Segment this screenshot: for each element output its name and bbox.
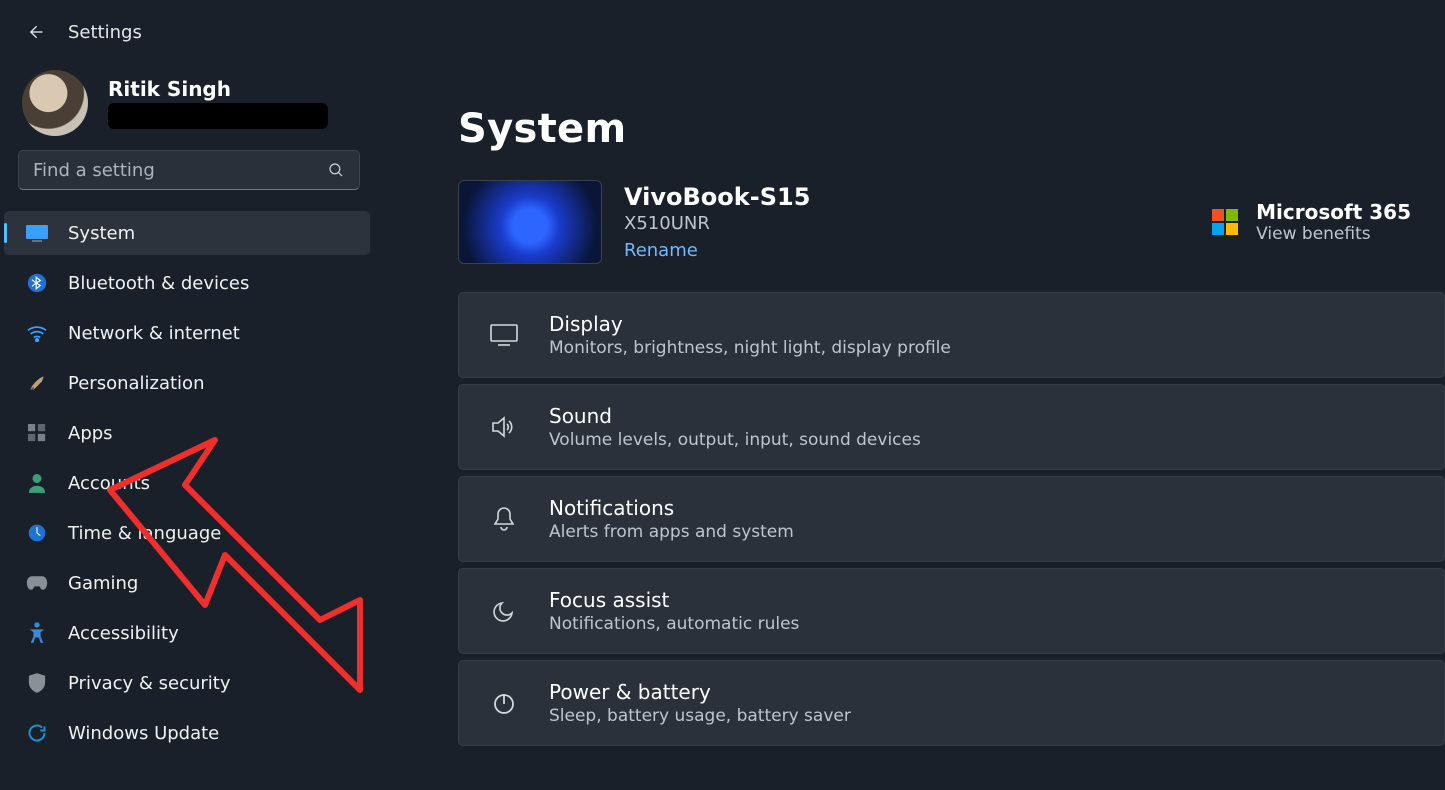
card-display[interactable]: Display Monitors, brightness, night ligh… <box>458 292 1445 378</box>
sidebar-item-windows-update[interactable]: Windows Update <box>4 711 370 755</box>
ms365-title: Microsoft 365 <box>1256 200 1411 224</box>
sidebar-item-label: Accounts <box>68 473 150 494</box>
card-title: Sound <box>549 404 921 428</box>
card-title: Focus assist <box>549 588 799 612</box>
profile-block[interactable]: Ritik Singh <box>0 70 378 150</box>
shield-icon <box>26 672 48 694</box>
sidebar-item-label: System <box>68 223 135 244</box>
nav-list: System Bluetooth & devices Network & int… <box>0 208 378 758</box>
update-icon <box>26 722 48 744</box>
avatar <box>22 70 88 136</box>
app-title: Settings <box>68 22 142 43</box>
card-subtitle: Notifications, automatic rules <box>549 614 799 634</box>
sidebar: Ritik Singh System <box>0 64 378 790</box>
sidebar-item-time-language[interactable]: Time & language <box>4 511 370 555</box>
sidebar-item-label: Accessibility <box>68 623 179 644</box>
search-box[interactable] <box>18 150 360 190</box>
sidebar-item-accessibility[interactable]: Accessibility <box>4 611 370 655</box>
profile-email-redacted <box>108 103 328 129</box>
card-subtitle: Volume levels, output, input, sound devi… <box>549 430 921 450</box>
sidebar-item-network[interactable]: Network & internet <box>4 311 370 355</box>
microsoft-365-block[interactable]: Microsoft 365 View benefits <box>1212 200 1411 244</box>
sidebar-item-personalization[interactable]: Personalization <box>4 361 370 405</box>
rename-link[interactable]: Rename <box>624 240 810 261</box>
moon-icon <box>487 599 521 623</box>
display-icon <box>26 222 48 244</box>
main-content: System VivoBook-S15 X510UNR Rename Micro… <box>378 64 1445 790</box>
device-model: X510UNR <box>624 213 810 234</box>
card-sound[interactable]: Sound Volume levels, output, input, soun… <box>458 384 1445 470</box>
wifi-icon <box>26 322 48 344</box>
card-title: Power & battery <box>549 680 851 704</box>
accessibility-icon <box>26 622 48 644</box>
device-name: VivoBook-S15 <box>624 183 810 211</box>
sidebar-item-label: Network & internet <box>68 323 240 344</box>
sidebar-item-label: Apps <box>68 423 113 444</box>
bell-icon <box>487 506 521 532</box>
sidebar-item-label: Gaming <box>68 573 138 594</box>
power-icon <box>487 691 521 715</box>
bluetooth-icon <box>26 272 48 294</box>
card-subtitle: Alerts from apps and system <box>549 522 794 542</box>
card-subtitle: Sleep, battery usage, battery saver <box>549 706 851 726</box>
sidebar-item-gaming[interactable]: Gaming <box>4 561 370 605</box>
sidebar-item-system[interactable]: System <box>4 211 370 255</box>
search-icon <box>327 161 345 179</box>
card-focus-assist[interactable]: Focus assist Notifications, automatic ru… <box>458 568 1445 654</box>
sidebar-item-apps[interactable]: Apps <box>4 411 370 455</box>
card-notifications[interactable]: Notifications Alerts from apps and syste… <box>458 476 1445 562</box>
sidebar-item-privacy[interactable]: Privacy & security <box>4 661 370 705</box>
title-bar: Settings <box>0 0 1445 64</box>
settings-card-list: Display Monitors, brightness, night ligh… <box>458 292 1445 746</box>
sidebar-item-label: Bluetooth & devices <box>68 273 249 294</box>
microsoft-logo-icon <box>1212 209 1238 235</box>
sidebar-item-label: Personalization <box>68 373 204 394</box>
device-thumbnail <box>458 180 602 264</box>
sidebar-item-label: Time & language <box>68 523 221 544</box>
sidebar-item-label: Privacy & security <box>68 673 231 694</box>
sidebar-item-bluetooth[interactable]: Bluetooth & devices <box>4 261 370 305</box>
sidebar-item-accounts[interactable]: Accounts <box>4 461 370 505</box>
profile-name: Ritik Singh <box>108 77 328 101</box>
back-button[interactable] <box>22 19 48 45</box>
person-icon <box>26 472 48 494</box>
card-subtitle: Monitors, brightness, night light, displ… <box>549 338 951 358</box>
sidebar-item-label: Windows Update <box>68 723 219 744</box>
card-power-battery[interactable]: Power & battery Sleep, battery usage, ba… <box>458 660 1445 746</box>
paintbrush-icon <box>26 372 48 394</box>
ms365-sub: View benefits <box>1256 224 1411 244</box>
globe-clock-icon <box>26 522 48 544</box>
card-title: Display <box>549 312 951 336</box>
monitor-icon <box>487 323 521 347</box>
page-title: System <box>458 106 1445 152</box>
speaker-icon <box>487 415 521 439</box>
device-row: VivoBook-S15 X510UNR Rename Microsoft 36… <box>458 180 1445 264</box>
card-title: Notifications <box>549 496 794 520</box>
apps-icon <box>26 422 48 444</box>
gamepad-icon <box>26 572 48 594</box>
search-input[interactable] <box>33 160 317 181</box>
